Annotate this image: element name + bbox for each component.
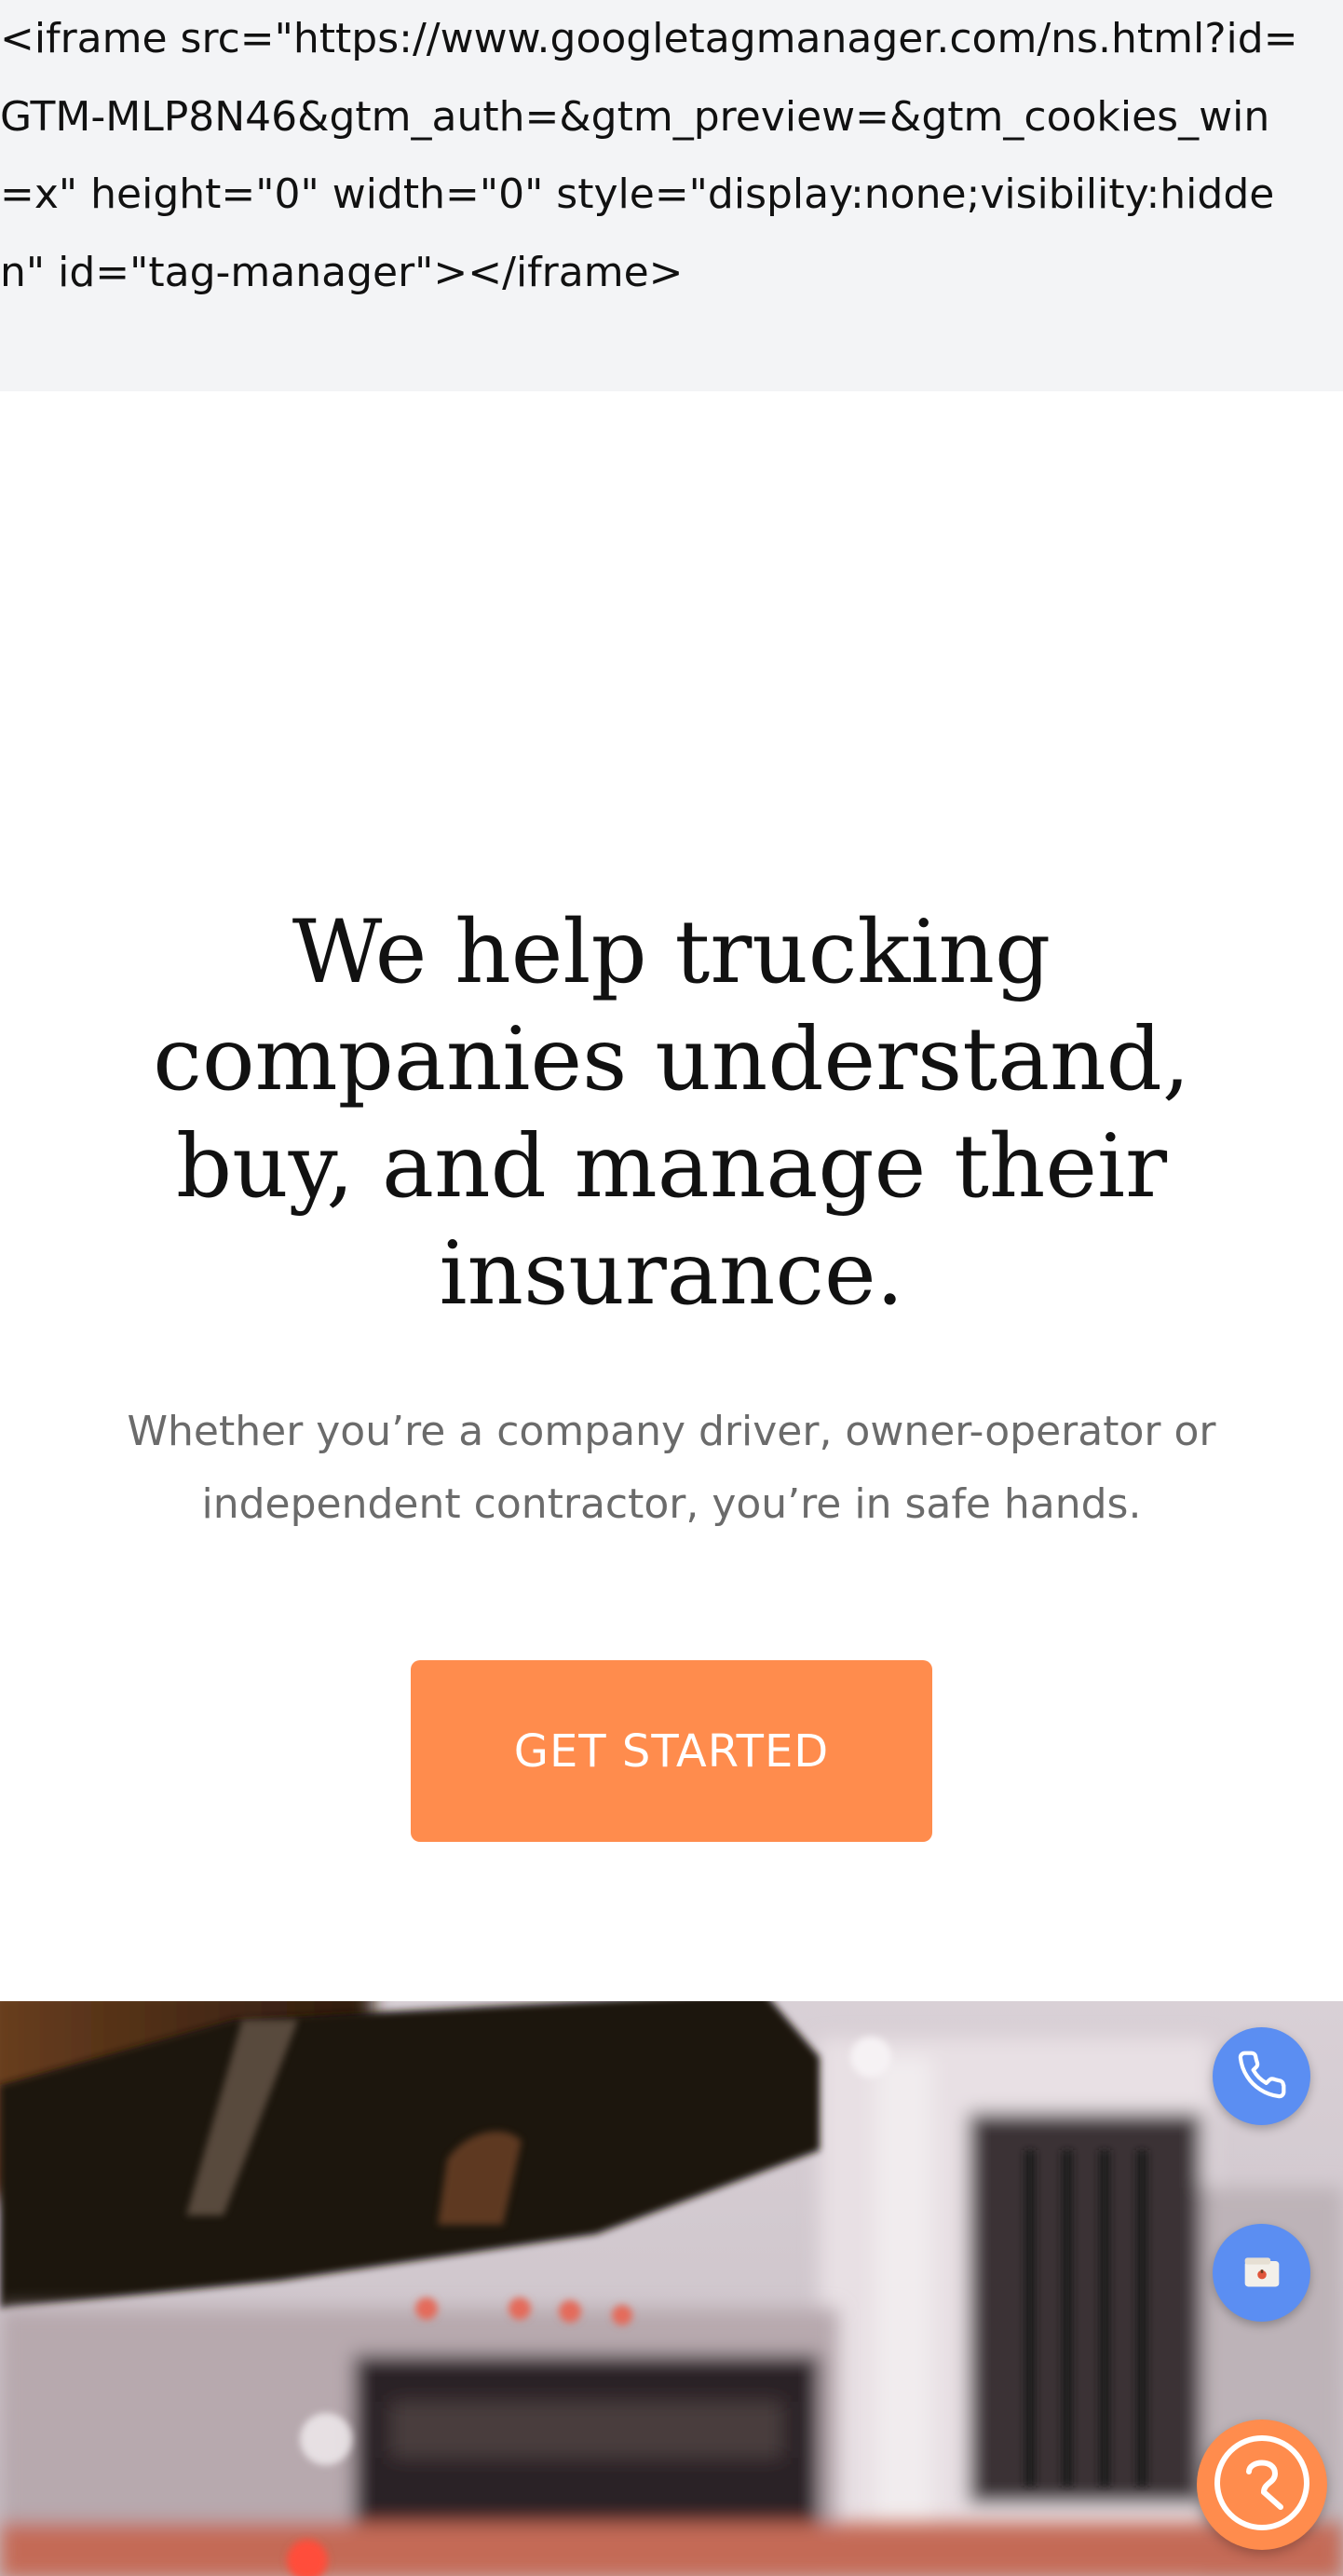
call-button[interactable]: [1213, 2027, 1310, 2125]
get-started-button[interactable]: GET STARTED: [411, 1660, 932, 1842]
truck-hero-photo: [0, 2001, 1343, 2576]
hero-title: We help trucking companies understand, b…: [153, 902, 1190, 1325]
wallet-button[interactable]: [1213, 2224, 1310, 2322]
support-chat-button[interactable]: [1197, 2419, 1327, 2550]
hero-section: We help trucking companies understand, b…: [0, 391, 1343, 2001]
noscript-iframe-text: <iframe src="https://www.googletagmanage…: [0, 15, 1298, 296]
support-chat-icon: [1206, 2427, 1318, 2542]
noscript-fallback: <iframe src="https://www.googletagmanage…: [0, 0, 1343, 391]
hero-subtitle: Whether you’re a company driver, owner-o…: [127, 1408, 1216, 1528]
phone-icon: [1236, 2049, 1288, 2105]
wallet-icon: [1241, 2251, 1282, 2296]
